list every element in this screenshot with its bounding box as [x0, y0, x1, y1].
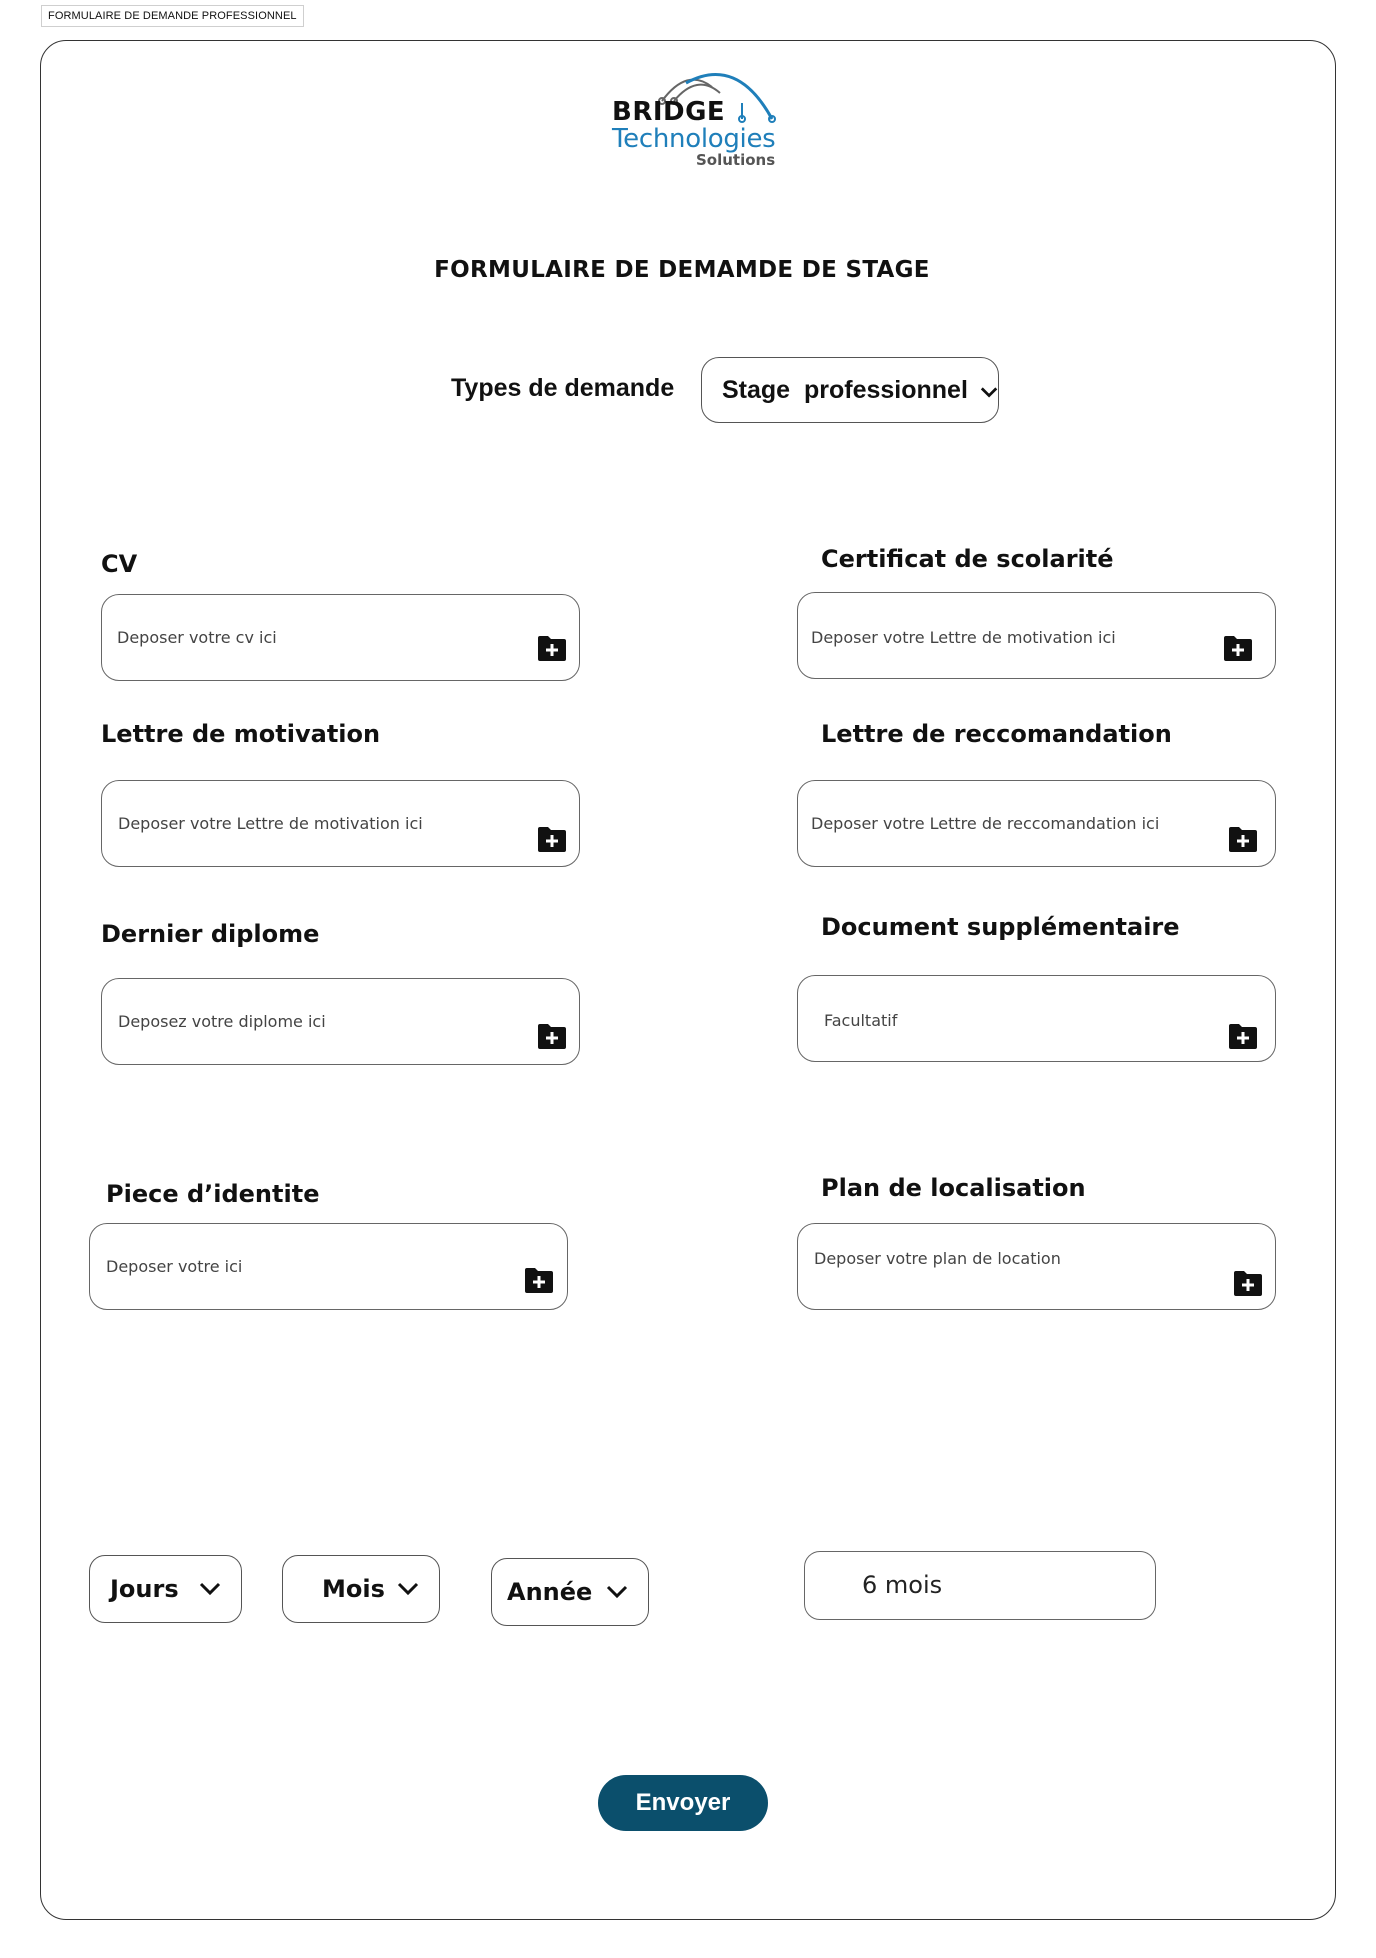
certificat-label: Certificat de scolarité [821, 545, 1114, 573]
logo-brand: BRIDGE [612, 97, 726, 127]
dernier-diplome-label: Dernier diplome [101, 920, 320, 948]
logo-technologies: Technologies [612, 124, 776, 154]
chevron-down-icon [397, 1582, 419, 1596]
dernier-diplome-placeholder: Deposez votre diplome ici [118, 1012, 326, 1031]
year-select[interactable]: Année [491, 1558, 649, 1626]
cv-upload[interactable]: Deposer votre cv ici [101, 594, 580, 681]
certificat-placeholder: Deposer votre Lettre de motivation ici [811, 628, 1116, 647]
chevron-down-icon [199, 1582, 221, 1596]
lettre-motivation-upload[interactable]: Deposer votre Lettre de motivation ici [101, 780, 580, 867]
folder-plus-icon[interactable] [1227, 1022, 1259, 1050]
plan-localisation-upload[interactable]: Deposer votre plan de location [797, 1223, 1276, 1310]
request-type-value: Stage professionnel [722, 375, 968, 404]
logo-solutions: Solutions [696, 151, 776, 169]
lettre-motivation-placeholder: Deposer votre Lettre de motivation ici [118, 814, 423, 833]
folder-plus-icon[interactable] [1222, 634, 1254, 662]
frame-tag: FORMULAIRE DE DEMANDE PROFESSIONNEL [41, 5, 304, 27]
month-select-value: Mois [322, 1575, 385, 1603]
lettre-recommandation-upload[interactable]: Deposer votre Lettre de reccomandation i… [797, 780, 1276, 867]
folder-plus-icon[interactable] [536, 634, 568, 662]
piece-identite-label: Piece d’identite [106, 1180, 320, 1208]
chevron-down-icon [980, 387, 998, 398]
document-supplementaire-upload[interactable]: Facultatif [797, 975, 1276, 1062]
piece-identite-placeholder: Deposer votre ici [106, 1257, 243, 1276]
plan-localisation-label: Plan de localisation [821, 1174, 1086, 1202]
request-type-label: Types de demande [451, 374, 675, 402]
cv-placeholder: Deposer votre cv ici [117, 628, 277, 647]
year-select-value: Année [507, 1578, 593, 1606]
folder-plus-icon[interactable] [536, 825, 568, 853]
dernier-diplome-upload[interactable]: Deposez votre diplome ici [101, 978, 580, 1065]
lettre-motivation-label: Lettre de motivation [101, 720, 381, 748]
submit-button[interactable]: Envoyer [598, 1775, 768, 1831]
plan-localisation-placeholder: Deposer votre plan de location [814, 1249, 1061, 1268]
document-supplementaire-placeholder: Facultatif [824, 1011, 898, 1030]
lettre-recommandation-placeholder: Deposer votre Lettre de reccomandation i… [811, 814, 1160, 833]
cv-label: CV [101, 550, 138, 578]
certificat-upload[interactable]: Deposer votre Lettre de motivation ici [797, 592, 1276, 679]
folder-plus-icon[interactable] [1232, 1269, 1264, 1297]
day-select-value: Jours [110, 1575, 179, 1603]
piece-identite-upload[interactable]: Deposer votre ici [89, 1223, 568, 1310]
lettre-recommandation-label: Lettre de reccomandation [821, 720, 1172, 748]
document-supplementaire-label: Document supplémentaire [821, 913, 1180, 941]
chevron-down-icon [606, 1585, 628, 1599]
duration-field[interactable]: 6 mois [804, 1551, 1156, 1620]
folder-plus-icon[interactable] [523, 1266, 555, 1294]
folder-plus-icon[interactable] [1227, 825, 1259, 853]
logo: BRIDGE Technologies Solutions [612, 63, 782, 173]
page-title: FORMULAIRE DE DEMAMDE DE STAGE [434, 257, 930, 283]
month-select[interactable]: Mois [282, 1555, 440, 1623]
request-type-select[interactable]: Stage professionnel [701, 357, 999, 423]
folder-plus-icon[interactable] [536, 1022, 568, 1050]
day-select[interactable]: Jours [89, 1555, 242, 1623]
